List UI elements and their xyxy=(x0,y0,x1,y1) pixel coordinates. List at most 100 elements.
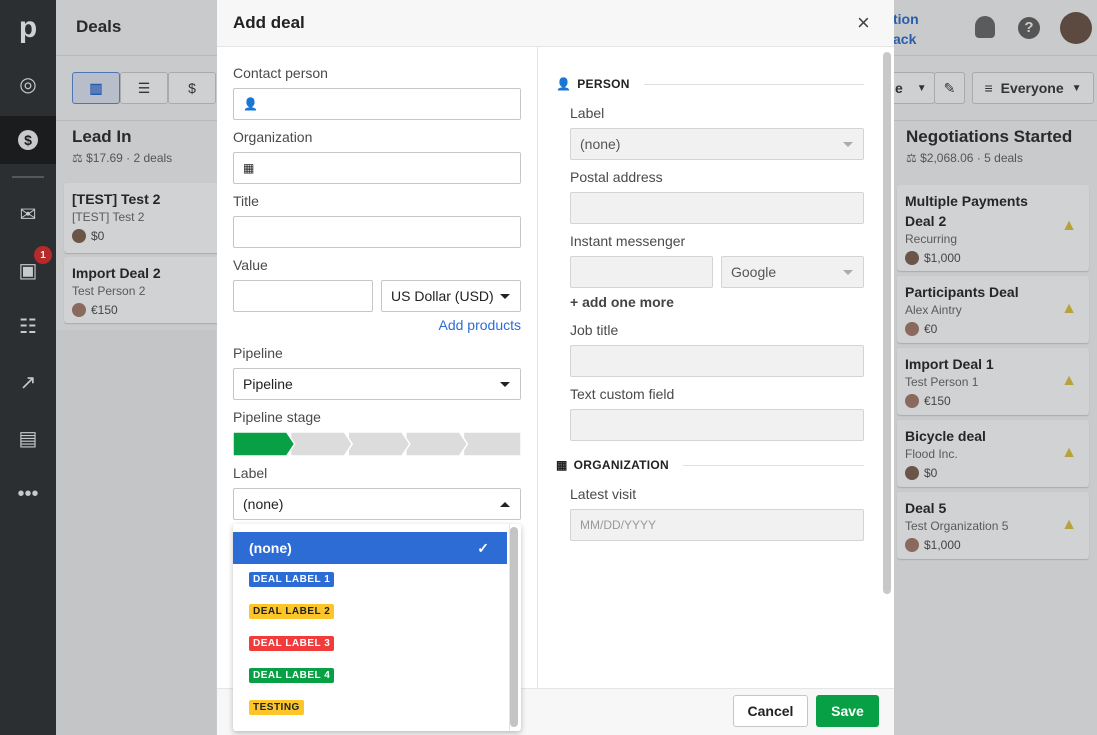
contact-person-label: Contact person xyxy=(233,65,328,81)
filter-icon: ≡ xyxy=(984,80,993,96)
modal-title: Add deal xyxy=(233,13,305,32)
pipeline-stage-3[interactable] xyxy=(347,432,411,456)
help-icon[interactable]: ? xyxy=(1018,17,1040,39)
job-title-label: Job title xyxy=(570,322,619,338)
dropdown-option[interactable]: TESTING xyxy=(233,691,507,723)
value-input[interactable] xyxy=(233,280,373,312)
pencil-icon: ✎ xyxy=(943,79,956,96)
column-stats: ⚖ $17.69 · 2 deals xyxy=(72,151,173,165)
partial-link[interactable]: tion ack xyxy=(893,9,919,49)
dropdown-option[interactable]: DEAL LABEL 1 xyxy=(233,563,507,595)
modal-scrollbar[interactable] xyxy=(883,52,891,594)
box-icon[interactable]: ▤ xyxy=(0,414,56,462)
column-title: Negotiations Started xyxy=(906,127,1073,146)
pipeline-icon: ▥ xyxy=(89,79,103,96)
instant-messenger-input[interactable] xyxy=(570,256,713,288)
cancel-button[interactable]: Cancel xyxy=(733,695,808,727)
label-label: Label xyxy=(233,465,268,481)
building-icon: ▦ xyxy=(243,161,255,175)
postal-address-label: Postal address xyxy=(570,169,663,185)
add-deal-modal: Add deal × Contact person 👤 Organization… xyxy=(217,0,894,735)
warning-icon: ▲ xyxy=(1061,516,1077,533)
everyone-filter[interactable]: ≡ Everyone ▼ xyxy=(972,72,1094,104)
column-lead-in: Lead In ⚖ $17.69 · 2 deals xyxy=(72,127,172,165)
title-input[interactable] xyxy=(233,216,521,248)
organization-section-header: ▦ ORGANIZATION xyxy=(556,458,864,472)
text-custom-field-input[interactable] xyxy=(570,409,864,441)
forecast-view-button[interactable]: $ xyxy=(168,72,216,104)
person-label-label: Label xyxy=(570,105,605,121)
im-type-select[interactable]: Google xyxy=(721,256,864,288)
avatar[interactable] xyxy=(1060,12,1092,44)
deal-card[interactable]: Import Deal 1 Test Person 1 €150 ▲ xyxy=(897,348,1089,415)
text-custom-field-label: Text custom field xyxy=(570,386,675,402)
currency-select[interactable]: US Dollar (USD) xyxy=(381,280,521,312)
dropdown-option[interactable]: DEAL LABEL 3 xyxy=(233,627,507,659)
deal-card[interactable]: Import Deal 2 Test Person 2 €150 xyxy=(64,257,224,323)
save-button[interactable]: Save xyxy=(816,695,879,727)
lightbulb-icon[interactable] xyxy=(975,16,995,38)
dropdown-option-none[interactable]: (none) ✓ xyxy=(233,532,507,564)
sidebar: p ◎ $ ✉ ▣ 1 ☷ ↗ ▤ ••• xyxy=(0,0,56,735)
pipeline-stage-selector[interactable] xyxy=(233,432,521,456)
check-icon: ✓ xyxy=(477,539,489,556)
close-icon[interactable]: × xyxy=(857,10,870,36)
forecast-icon: $ xyxy=(188,80,196,96)
label-dropdown: (none) ✓ DEAL LABEL 1 DEAL LABEL 2 DEAL L… xyxy=(233,524,521,731)
value-label: Value xyxy=(233,257,268,273)
pipeline-view-button[interactable]: ▥ xyxy=(72,72,120,104)
person-icon: 👤 xyxy=(556,77,572,91)
pipeline-stage-4[interactable] xyxy=(405,432,469,456)
pipeline-stage-5[interactable] xyxy=(462,432,521,456)
postal-address-input[interactable] xyxy=(570,192,864,224)
warning-icon: ▲ xyxy=(1061,300,1077,317)
edit-pipeline-button[interactable]: ✎ xyxy=(934,72,965,104)
latest-visit-input[interactable]: MM/DD/YYYY xyxy=(570,509,864,541)
pipeline-stage-1[interactable] xyxy=(233,432,296,456)
target-icon[interactable]: ◎ xyxy=(0,60,56,108)
warning-icon: ▲ xyxy=(1061,217,1077,234)
add-products-link[interactable]: Add products xyxy=(439,317,522,333)
dollar-icon[interactable]: $ xyxy=(0,116,56,164)
job-title-input[interactable] xyxy=(570,345,864,377)
pipeline-stage-2[interactable] xyxy=(289,432,354,456)
organization-input[interactable]: ▦ xyxy=(233,152,521,184)
calendar-icon[interactable]: ▣ 1 xyxy=(0,246,56,294)
add-one-more-link[interactable]: + add one more xyxy=(570,294,674,310)
person-icon: 👤 xyxy=(243,97,258,111)
modal-header: Add deal × xyxy=(217,0,894,47)
more-icon[interactable]: ••• xyxy=(0,470,56,518)
dropdown-option[interactable]: DEAL LABEL 2 xyxy=(233,595,507,627)
avatar xyxy=(72,303,86,317)
pipeline-select[interactable]: Pipeline xyxy=(233,368,521,400)
pipeline-stage-label: Pipeline stage xyxy=(233,409,321,425)
building-icon: ▦ xyxy=(556,458,568,472)
deal-card[interactable]: Multiple Payments Deal 2 Recurring $1,000 ▲ xyxy=(897,185,1089,271)
dropdown-scrollbar[interactable] xyxy=(510,527,518,727)
dropdown-option[interactable]: DEAL LABEL 4 xyxy=(233,659,507,691)
contacts-icon[interactable]: ☷ xyxy=(0,302,56,350)
deal-card[interactable]: Deal 5 Test Organization 5 $1,000 ▲ xyxy=(897,492,1089,559)
instant-messenger-label: Instant messenger xyxy=(570,233,686,249)
warning-icon: ▲ xyxy=(1061,372,1077,389)
logo[interactable]: p xyxy=(0,4,56,52)
avatar xyxy=(72,229,86,243)
mail-icon[interactable]: ✉ xyxy=(0,190,56,238)
chart-icon[interactable]: ↗ xyxy=(0,358,56,406)
organization-label: Organization xyxy=(233,129,313,145)
deal-card[interactable]: Bicycle deal Flood Inc. $0 ▲ xyxy=(897,420,1089,487)
divider xyxy=(12,176,44,178)
pipeline-label: Pipeline xyxy=(233,345,283,361)
warning-icon: ▲ xyxy=(1061,444,1077,461)
notification-badge: 1 xyxy=(34,246,52,264)
deal-card[interactable]: Participants Deal Alex Aintry €0 ▲ xyxy=(897,276,1089,343)
contact-person-input[interactable]: 👤 xyxy=(233,88,521,120)
list-view-button[interactable]: ☰ xyxy=(120,72,168,104)
column-stats: ⚖ $2,068.06 · 5 deals xyxy=(906,151,1023,165)
page-title: Deals xyxy=(76,17,122,36)
label-select[interactable]: (none) xyxy=(233,488,521,520)
deal-card[interactable]: [TEST] Test 2 [TEST] Test 2 $0 xyxy=(64,183,224,253)
list-icon: ☰ xyxy=(137,79,151,96)
person-label-select[interactable]: (none) xyxy=(570,128,864,160)
column-title: Lead In xyxy=(72,127,132,146)
